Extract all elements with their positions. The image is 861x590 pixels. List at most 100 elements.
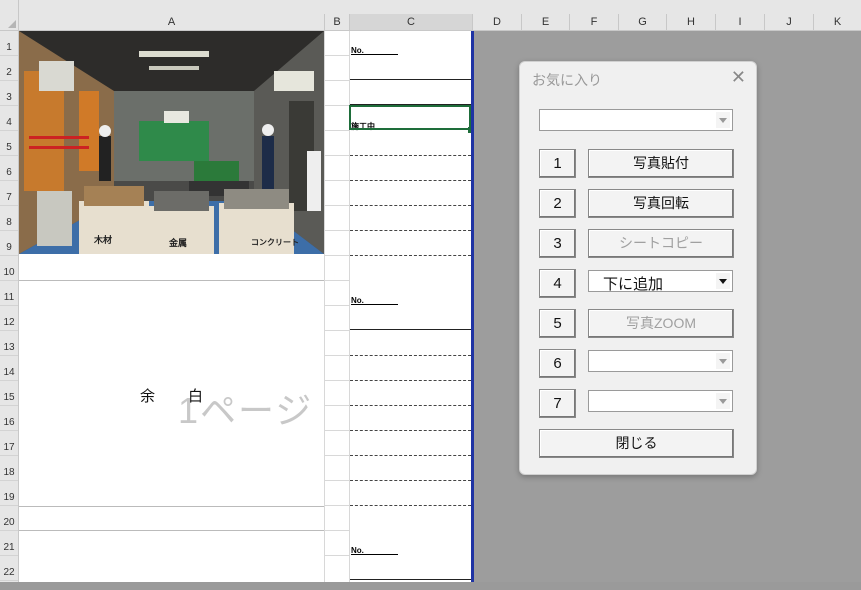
column-header-j[interactable]: J <box>765 14 814 30</box>
number-button-2[interactable]: 2 <box>539 189 576 218</box>
row-header-4[interactable]: 4 <box>0 106 18 131</box>
row-header-7[interactable]: 7 <box>0 181 18 206</box>
gridline <box>325 55 349 56</box>
row-header-3[interactable]: 3 <box>0 81 18 106</box>
gridline <box>325 180 349 181</box>
row-header-12[interactable]: 12 <box>0 306 18 331</box>
row-header-15[interactable]: 15 <box>0 381 18 406</box>
gridline <box>325 555 349 556</box>
gridline <box>325 430 349 431</box>
number-button-4[interactable]: 4 <box>539 269 576 298</box>
row-header-6[interactable]: 6 <box>0 156 18 181</box>
row-header: 1 2 3 4 5 6 7 8 9 10 11 12 13 14 15 16 1… <box>0 31 19 582</box>
column-header-c[interactable]: C <box>350 14 473 30</box>
gridline <box>325 205 349 206</box>
underline <box>350 329 471 330</box>
gridline <box>325 155 349 156</box>
row-header-2[interactable]: 2 <box>0 56 18 81</box>
sheet-copy-button[interactable]: シートコピー <box>588 229 734 258</box>
chevron-down-icon[interactable] <box>716 273 730 289</box>
number-button-5[interactable]: 5 <box>539 309 576 338</box>
row-header-21[interactable]: 21 <box>0 531 18 556</box>
column-header-h[interactable]: H <box>667 14 716 30</box>
row-header-8[interactable]: 8 <box>0 206 18 231</box>
gridline <box>19 506 324 507</box>
number-button-1[interactable]: 1 <box>539 149 576 178</box>
column-header-d[interactable]: D <box>473 14 522 30</box>
column-header-e[interactable]: E <box>522 14 570 30</box>
option-7-combo[interactable] <box>588 390 733 412</box>
dotted-line <box>350 380 471 381</box>
gridline <box>325 130 349 131</box>
column-header-a[interactable]: A <box>19 14 325 30</box>
column-header-g[interactable]: G <box>619 14 667 30</box>
gridline <box>325 230 349 231</box>
row-header-13[interactable]: 13 <box>0 331 18 356</box>
rotate-photo-button[interactable]: 写真回転 <box>588 189 734 218</box>
gridline <box>325 480 349 481</box>
row-header-19[interactable]: 19 <box>0 481 18 506</box>
row-header-17[interactable]: 17 <box>0 431 18 456</box>
chevron-down-icon[interactable] <box>716 393 730 409</box>
column-header-f[interactable]: F <box>570 14 619 30</box>
close-icon[interactable]: ✕ <box>731 67 746 88</box>
favorites-combo[interactable] <box>539 109 733 131</box>
bag-label-wood: 木材 <box>94 235 113 245</box>
dotted-line <box>350 230 471 231</box>
row-header-22[interactable]: 22 <box>0 556 18 581</box>
row-header-16[interactable]: 16 <box>0 406 18 431</box>
gridline <box>325 380 349 381</box>
row-header-14[interactable]: 14 <box>0 356 18 381</box>
row-header-5[interactable]: 5 <box>0 131 18 156</box>
gridline <box>325 455 349 456</box>
underline <box>351 54 398 55</box>
gridline-ab <box>324 31 325 582</box>
gridline <box>325 530 349 531</box>
number-button-6[interactable]: 6 <box>539 349 576 378</box>
underline <box>351 304 398 305</box>
site-photo[interactable]: 木材 金属 コンクリート <box>19 31 324 254</box>
close-dialog-button[interactable]: 閉じる <box>539 429 734 458</box>
dotted-line <box>350 430 471 431</box>
margin-text-left: 余 <box>140 388 156 405</box>
select-all-corner[interactable] <box>0 0 19 30</box>
dotted-line <box>350 155 471 156</box>
dotted-line <box>350 355 471 356</box>
add-below-combo[interactable]: 下に追加 <box>588 270 733 293</box>
column-header-k[interactable]: K <box>814 14 861 30</box>
gridline <box>325 255 349 256</box>
dotted-line <box>350 455 471 456</box>
row-header-9[interactable]: 9 <box>0 231 18 256</box>
gridline <box>325 505 349 506</box>
gridline <box>19 530 324 531</box>
gridline <box>325 330 349 331</box>
underline <box>351 554 398 555</box>
column-header: A B C D E F G H I J K <box>0 0 861 31</box>
row-header-10[interactable]: 10 <box>0 256 18 281</box>
underline <box>350 79 471 80</box>
dotted-line <box>350 205 471 206</box>
chevron-down-icon[interactable] <box>716 353 730 369</box>
photo-zoom-button[interactable]: 写真ZOOM <box>588 309 734 338</box>
number-button-3[interactable]: 3 <box>539 229 576 258</box>
option-6-combo[interactable] <box>588 350 733 372</box>
bag-label-concrete: コンクリート <box>251 238 299 247</box>
active-cell-selection[interactable] <box>349 105 471 130</box>
column-header-b[interactable]: B <box>325 14 350 30</box>
gridline <box>19 280 324 281</box>
underline <box>350 579 471 580</box>
row-header-18[interactable]: 18 <box>0 456 18 481</box>
number-button-7[interactable]: 7 <box>539 389 576 418</box>
dialog-title: お気に入り <box>532 72 602 88</box>
add-below-combo-value: 下に追加 <box>603 276 664 293</box>
row-header-20[interactable]: 20 <box>0 506 18 531</box>
row-header-11[interactable]: 11 <box>0 281 18 306</box>
paste-photo-button[interactable]: 写真貼付 <box>588 149 734 178</box>
chevron-down-icon[interactable] <box>716 112 730 128</box>
gridline <box>325 105 349 106</box>
dotted-line <box>350 255 471 256</box>
dotted-line <box>350 505 471 506</box>
row-header-1[interactable]: 1 <box>0 31 18 56</box>
dotted-line <box>350 180 471 181</box>
column-header-i[interactable]: I <box>716 14 765 30</box>
